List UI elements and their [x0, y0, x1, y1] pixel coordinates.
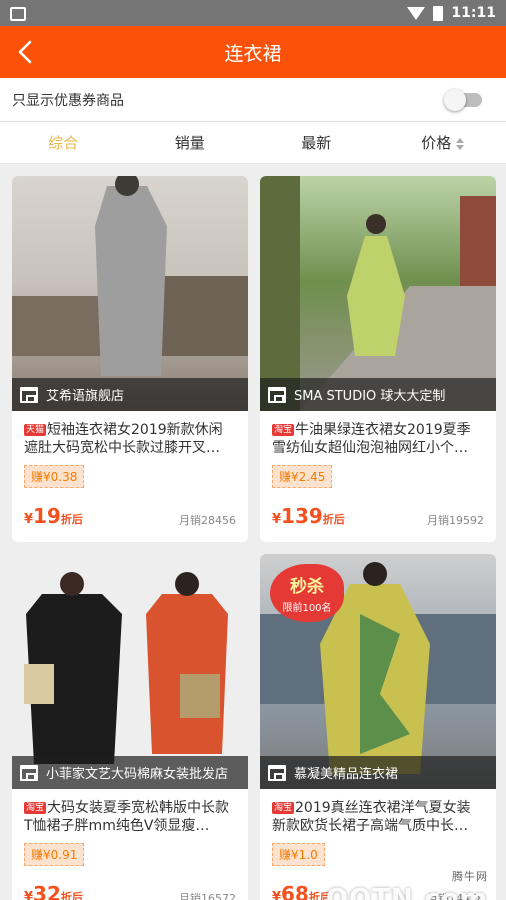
coupon-tag: 赚¥0.38 — [24, 465, 85, 488]
photo-placeholder — [260, 176, 496, 411]
tab-price-label: 价格 — [421, 134, 452, 152]
product-photo[interactable]: 小菲家文艺大码棉麻女装批发店 — [12, 554, 248, 789]
monthly-sales: 月销19592 — [427, 514, 484, 527]
store-icon — [268, 386, 286, 403]
coupon-filter-toggle[interactable] — [444, 88, 482, 111]
price-value: 19 — [33, 504, 61, 528]
photo-placeholder — [24, 572, 228, 764]
store-icon — [268, 764, 286, 781]
price-value: 32 — [33, 882, 61, 900]
price-value: 139 — [281, 504, 323, 528]
battery-icon — [433, 5, 444, 21]
product-photo[interactable]: 秒杀 限前100名 慕凝美精品连衣裙 — [260, 554, 496, 789]
price-currency: ¥ — [272, 512, 282, 527]
price: ¥19折后 — [24, 504, 83, 528]
product-title: 淘宝 2019真丝连衣裙洋气夏女装新款欧货长裙子高端气质中长… — [260, 789, 496, 835]
product-card[interactable]: 小菲家文艺大码棉麻女装批发店 淘宝 大码女装夏季宽松韩版中长款T恤裙子胖mm纯色V… — [12, 554, 248, 900]
product-card[interactable]: SMA STUDIO 球大大定制 淘宝 牛油果绿连衣裙女2019夏季雪纺仙女超仙泡… — [260, 176, 496, 542]
shop-name: SMA STUDIO 球大大定制 — [294, 389, 446, 404]
price-currency: ¥ — [272, 890, 282, 900]
seckill-label: 秒杀 — [290, 577, 324, 597]
product-card[interactable]: 艾希语旗舰店 天猫 短袖连衣裙女2019新款休闲遮肚大码宽松中长款过膝开叉… 赚¥… — [12, 176, 248, 542]
product-card[interactable]: 秒杀 限前100名 慕凝美精品连衣裙 淘宝 2019真丝连衣裙洋气夏女装新款欧货长… — [260, 554, 496, 900]
coupon-tag: 赚¥1.0 — [272, 843, 325, 866]
watermark-brand: 腾牛网 — [452, 870, 488, 883]
product-title-text: 大码女装夏季宽松韩版中长款T恤裙子胖mm纯色V领显瘦… — [24, 800, 230, 834]
price-currency: ¥ — [24, 512, 34, 527]
wifi-icon — [407, 6, 426, 20]
shop-bar: 艾希语旗舰店 — [12, 378, 248, 411]
price-suffix: 折后 — [322, 513, 345, 526]
shop-bar: 小菲家文艺大码棉麻女装批发店 — [12, 756, 248, 789]
product-title-text: 2019真丝连衣裙洋气夏女装新款欧货长裙子高端气质中长… — [272, 800, 471, 834]
product-title-text: 短袖连衣裙女2019新款休闲遮肚大码宽松中长款过膝开叉… — [24, 422, 223, 456]
sort-bar: 综合 销量 最新 价格 — [0, 122, 506, 164]
price: ¥68折后 — [272, 882, 331, 900]
product-title: 天猫 短袖连衣裙女2019新款休闲遮肚大码宽松中长款过膝开叉… — [12, 411, 248, 457]
price-value: 68 — [281, 882, 309, 900]
seckill-promo-badge: 秒杀 限前100名 — [270, 564, 344, 622]
store-icon — [20, 764, 38, 781]
photo-placeholder — [12, 176, 248, 376]
watermark: 腾牛网 QQTN.com — [326, 868, 488, 900]
product-grid: 艾希语旗舰店 天猫 短袖连衣裙女2019新款休闲遮肚大码宽松中长款过膝开叉… 赚¥… — [0, 164, 506, 900]
product-photo[interactable]: SMA STUDIO 球大大定制 — [260, 176, 496, 411]
price: ¥139折后 — [272, 504, 345, 528]
shop-bar: 慕凝美精品连衣裙 — [260, 756, 496, 789]
monthly-sales: 月销28456 — [179, 514, 236, 527]
platform-badge: 淘宝 — [272, 802, 295, 814]
seckill-limit: 限前100名 — [282, 603, 332, 614]
page-title: 连衣裙 — [224, 42, 282, 65]
toggle-knob — [444, 88, 466, 111]
shop-name: 小菲家文艺大码棉麻女装批发店 — [46, 767, 229, 782]
status-time: 11:11 — [451, 5, 496, 21]
shop-name: 艾希语旗舰店 — [46, 389, 125, 404]
tab-comprehensive[interactable]: 综合 — [0, 132, 127, 153]
coupon-filter-row: 只显示优惠券商品 — [0, 78, 506, 122]
top-app-bar: 连衣裙 — [0, 26, 506, 78]
tab-price[interactable]: 价格 — [380, 132, 506, 153]
shopping-bag-icon — [10, 7, 26, 21]
product-photo[interactable]: 艾希语旗舰店 — [12, 176, 248, 411]
coupon-tag: 赚¥2.45 — [272, 465, 333, 488]
tab-sales[interactable]: 销量 — [127, 132, 254, 153]
product-title: 淘宝 牛油果绿连衣裙女2019夏季雪纺仙女超仙泡泡袖网红小个… — [260, 411, 496, 457]
price-row: ¥139折后 月销19592 — [260, 488, 496, 528]
platform-badge: 淘宝 — [272, 424, 295, 436]
price-currency: ¥ — [24, 890, 34, 900]
product-title-text: 牛油果绿连衣裙女2019夏季雪纺仙女超仙泡泡袖网红小个… — [272, 422, 471, 456]
store-icon — [20, 386, 38, 403]
coupon-tag: 赚¥0.91 — [24, 843, 85, 866]
price-suffix: 折后 — [60, 891, 83, 900]
shop-name: 慕凝美精品连衣裙 — [294, 767, 399, 782]
platform-badge: 淘宝 — [24, 802, 47, 814]
status-bar: 11:11 — [0, 0, 506, 26]
monthly-sales: 月销16572 — [179, 892, 236, 900]
coupon-filter-label: 只显示优惠券商品 — [12, 92, 124, 109]
back-arrow-icon[interactable] — [14, 39, 40, 65]
watermark-logo: QQTN.com — [326, 884, 488, 900]
price-suffix: 折后 — [60, 513, 83, 526]
platform-badge: 天猫 — [24, 424, 47, 436]
product-title: 淘宝 大码女装夏季宽松韩版中长款T恤裙子胖mm纯色V领显瘦… — [12, 789, 248, 835]
price: ¥32折后 — [24, 882, 83, 900]
price-row: ¥32折后 月销16572 — [12, 866, 248, 900]
sort-arrows-icon — [456, 137, 465, 150]
shop-bar: SMA STUDIO 球大大定制 — [260, 378, 496, 411]
price-row: ¥19折后 月销28456 — [12, 488, 248, 528]
tab-newest[interactable]: 最新 — [253, 132, 380, 153]
